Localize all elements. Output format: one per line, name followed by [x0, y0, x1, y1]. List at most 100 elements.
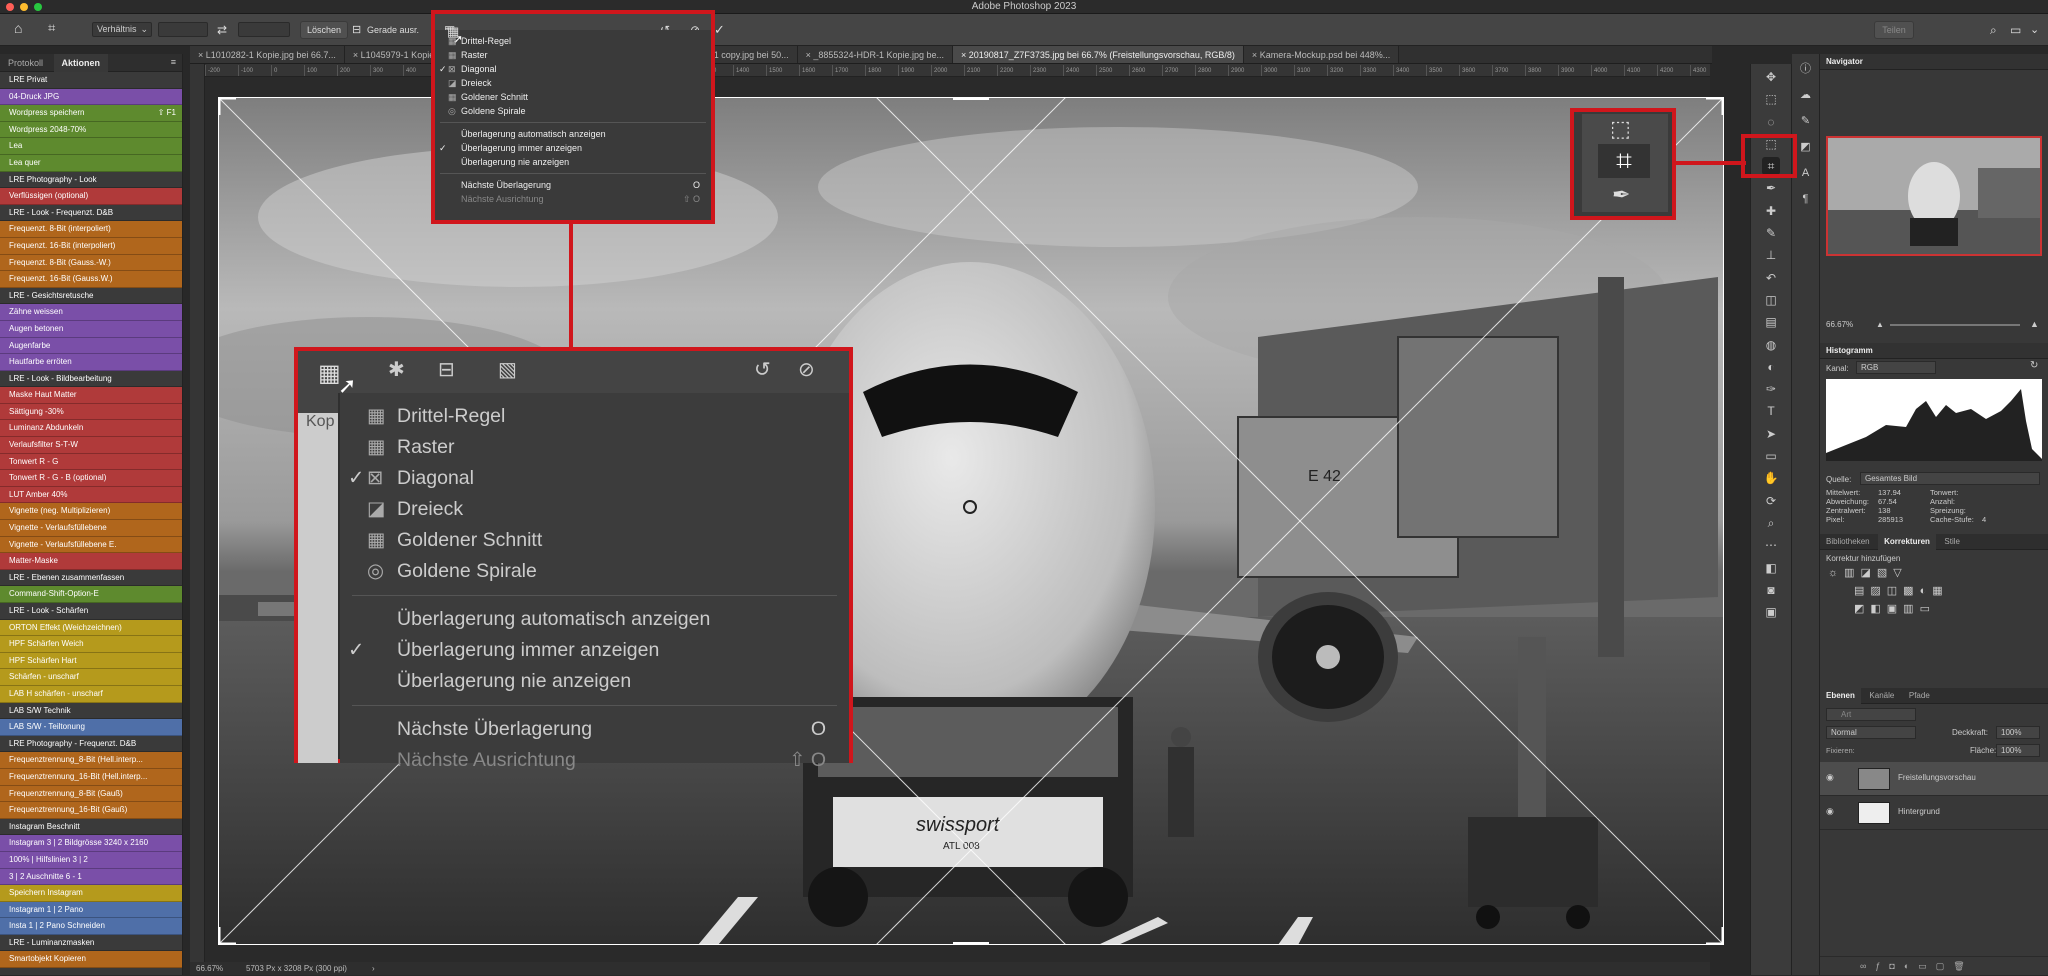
action-item[interactable]: Tonwert R - G - B (optional)	[0, 470, 182, 487]
ratio-select[interactable]: Verhältnis ⌄	[92, 22, 152, 37]
straighten-icon[interactable]: ⊟	[352, 22, 361, 38]
maximize-window-icon[interactable]	[34, 3, 42, 11]
action-item[interactable]: Luminanz Abdunkeln	[0, 420, 182, 438]
tool-presets-icon[interactable]: ◩	[1798, 139, 1814, 155]
tab-close-icon[interactable]: ×	[198, 50, 206, 60]
marquee-icon[interactable]: ⬚	[1762, 90, 1780, 108]
large-menu-item[interactable]: ▦ Drittel-Regel	[340, 401, 849, 432]
small-menu-item[interactable]: Nächste Ausrichtung ⇧ O	[435, 192, 711, 206]
action-item[interactable]: Schärfen - unscharf	[0, 669, 182, 686]
cloud-icon[interactable]: ☁	[1798, 87, 1814, 103]
action-item[interactable]: LAB S/W - Teiltonung	[0, 719, 182, 736]
straighten-large-icon[interactable]: ⊟	[438, 357, 455, 382]
dodge-icon[interactable]: ◐	[1762, 358, 1780, 376]
action-item[interactable]: 04-Druck JPG	[0, 88, 182, 106]
action-item[interactable]: Frequenzt. 16-Bit (interpoliert)	[0, 237, 182, 255]
correction-icons-row-3[interactable]: ◩◧▣▥▭	[1854, 602, 1936, 615]
height-input[interactable]	[238, 22, 290, 37]
tab-close-icon[interactable]: ×	[1252, 50, 1260, 60]
action-item[interactable]: Frequenzt. 8-Bit (interpoliert)	[0, 221, 182, 238]
action-item[interactable]: LRE - Look - Bildbearbeitung	[0, 370, 182, 388]
large-menu-item[interactable]: ✓ Überlagerung immer anzeigen	[340, 635, 849, 666]
source-select[interactable]: Gesamtes Bild	[1860, 472, 2040, 485]
type-icon[interactable]: T	[1762, 402, 1780, 420]
small-menu-item[interactable]: ◪ Dreieck	[435, 76, 711, 90]
small-menu-item[interactable]: Nächste Überlagerung O	[435, 178, 711, 192]
minimize-window-icon[interactable]	[20, 3, 28, 11]
action-item[interactable]: Augen betonen	[0, 320, 182, 338]
action-item[interactable]: 100% | Hilfslinien 3 | 2	[0, 851, 182, 869]
eyedropper-icon[interactable]: ✒	[1762, 179, 1780, 197]
navigator-thumbnail[interactable]	[1826, 136, 2042, 256]
reset-large-icon[interactable]: ↺	[754, 357, 771, 382]
action-item[interactable]: LRE - Ebenen zusammenfassen	[0, 569, 182, 587]
tab-pfade[interactable]: Pfade	[1903, 688, 1936, 704]
action-item[interactable]: Frequenztrennung_16-Bit (Gauß)	[0, 802, 182, 819]
action-item[interactable]: Verflüssigen (optional)	[0, 188, 182, 205]
screen-mode-icon[interactable]: ▣	[1762, 603, 1780, 621]
home-icon[interactable]: ⌂	[14, 20, 22, 36]
action-item[interactable]: 3 | 2 Auschnitte 6 - 1	[0, 868, 182, 886]
document-tab[interactable]: × Kamera-Mockup.psd bei 448%...	[1243, 46, 1400, 63]
crop-tool-large-icon[interactable]: ⌗	[1598, 144, 1650, 178]
action-item[interactable]: Instagram Beschnitt	[0, 818, 182, 836]
small-menu-item[interactable]: Überlagerung automatisch anzeigen	[435, 127, 711, 141]
large-menu-item[interactable]: Nächste Ausrichtung ⇧ O	[340, 745, 849, 776]
action-item[interactable]: LRE - Luminanzmasken	[0, 934, 182, 952]
correction-icons-row-1[interactable]: ☼▥◪▧▽	[1828, 566, 1908, 579]
tab-kanaele[interactable]: Kanäle	[1863, 688, 1900, 704]
action-item[interactable]: LRE Photography - Frequenzt. D&B	[0, 735, 182, 753]
large-menu-item[interactable]: ◎ Goldene Spirale	[340, 556, 849, 587]
stamp-icon[interactable]: ⊥	[1762, 246, 1780, 264]
history-brush-icon[interactable]: ↶	[1762, 269, 1780, 287]
status-arrow-icon[interactable]: ›	[372, 962, 375, 975]
action-item[interactable]: Instagram 1 | 2 Pano	[0, 901, 182, 919]
navigator-zoom-slider[interactable]	[1890, 324, 2020, 326]
refresh-icon[interactable]: ↻	[2030, 360, 2038, 371]
cancel-large-icon[interactable]: ⊘	[798, 357, 815, 382]
action-item[interactable]: LRE - Look - Frequenzt. D&B	[0, 204, 182, 222]
more-icon[interactable]: ⋯	[1762, 536, 1780, 554]
action-item[interactable]: Hautfarbe erröten	[0, 354, 182, 371]
action-item[interactable]: Vignette - Verlaufsfüllebene E.	[0, 536, 182, 554]
action-item[interactable]: LRE - Gesichtsretusche	[0, 287, 182, 305]
tab-bibliotheken[interactable]: Bibliotheken	[1820, 534, 1876, 550]
action-item[interactable]: Instagram 3 | 2 Bildgrösse 3240 x 2160	[0, 835, 182, 852]
large-menu-item[interactable]: ▦ Goldener Schnitt	[340, 525, 849, 556]
action-item[interactable]: Wordpress 2048-70%	[0, 121, 182, 139]
workspace-icon[interactable]: ▭	[2010, 22, 2021, 38]
action-item[interactable]: Frequenzt. 16-Bit (Gauss.W.)	[0, 271, 182, 288]
width-input[interactable]	[158, 22, 208, 37]
action-item[interactable]: Frequenztrennung_8-Bit (Hell.interp...	[0, 752, 182, 769]
correction-icons-row-2[interactable]: ▤▨◫▩◐▦	[1854, 584, 1949, 597]
rectangle-icon[interactable]: ▭	[1762, 447, 1780, 465]
large-menu-item[interactable]: ◪ Dreieck	[340, 494, 849, 525]
document-tab[interactable]: × 20190817_Z7F3735.jpg bei 66.7% (Freist…	[953, 46, 1244, 63]
large-menu-item[interactable]: Nächste Überlagerung O	[340, 714, 849, 745]
small-menu-item[interactable]: ▦ Goldener Schnitt	[435, 90, 711, 104]
zoom-icon[interactable]: ⌕	[1762, 514, 1780, 532]
action-item[interactable]: Sättigung -30%	[0, 403, 182, 421]
tab-ebenen[interactable]: Ebenen	[1820, 688, 1861, 704]
action-item[interactable]: ORTON Effekt (Weichzeichnen)	[0, 619, 182, 637]
action-item[interactable]: Lea	[0, 138, 182, 155]
small-menu-item[interactable]: ◎ Goldene Spirale	[435, 104, 711, 118]
color-icon[interactable]: ◧	[1762, 559, 1780, 577]
large-menu-item[interactable]: ✓ ⊠ Diagonal	[340, 463, 849, 494]
action-item[interactable]: Frequenztrennung_16-Bit (Hell.interp...	[0, 768, 182, 786]
small-menu-item[interactable]: Überlagerung nie anzeigen	[435, 155, 711, 169]
action-item[interactable]: Smartobjekt Kopieren	[0, 951, 182, 969]
straighten-label[interactable]: Gerade ausr.	[367, 22, 419, 38]
action-item[interactable]: Vignette - Verlaufsfüllebene	[0, 520, 182, 537]
action-item[interactable]: Tonwert R - G	[0, 453, 182, 471]
small-menu-item[interactable]: ✓ ⊠ Diagonal	[435, 62, 711, 76]
document-tab[interactable]: × _8855324-HDR-1 Kopie.jpg be...	[797, 46, 953, 63]
action-item[interactable]: LUT Amber 40%	[0, 486, 182, 504]
fill-input[interactable]: 100%	[1996, 744, 2040, 757]
large-menu-item[interactable]: Überlagerung nie anzeigen	[340, 666, 849, 697]
close-window-icon[interactable]	[6, 3, 14, 11]
info-icon[interactable]: ⓘ	[1798, 61, 1814, 77]
eyedropper-large-icon[interactable]: ✒	[1612, 182, 1630, 208]
layer-row[interactable]: ◉ Freistellungsvorschau	[1820, 762, 2048, 796]
eraser-icon[interactable]: ◫	[1762, 291, 1780, 309]
